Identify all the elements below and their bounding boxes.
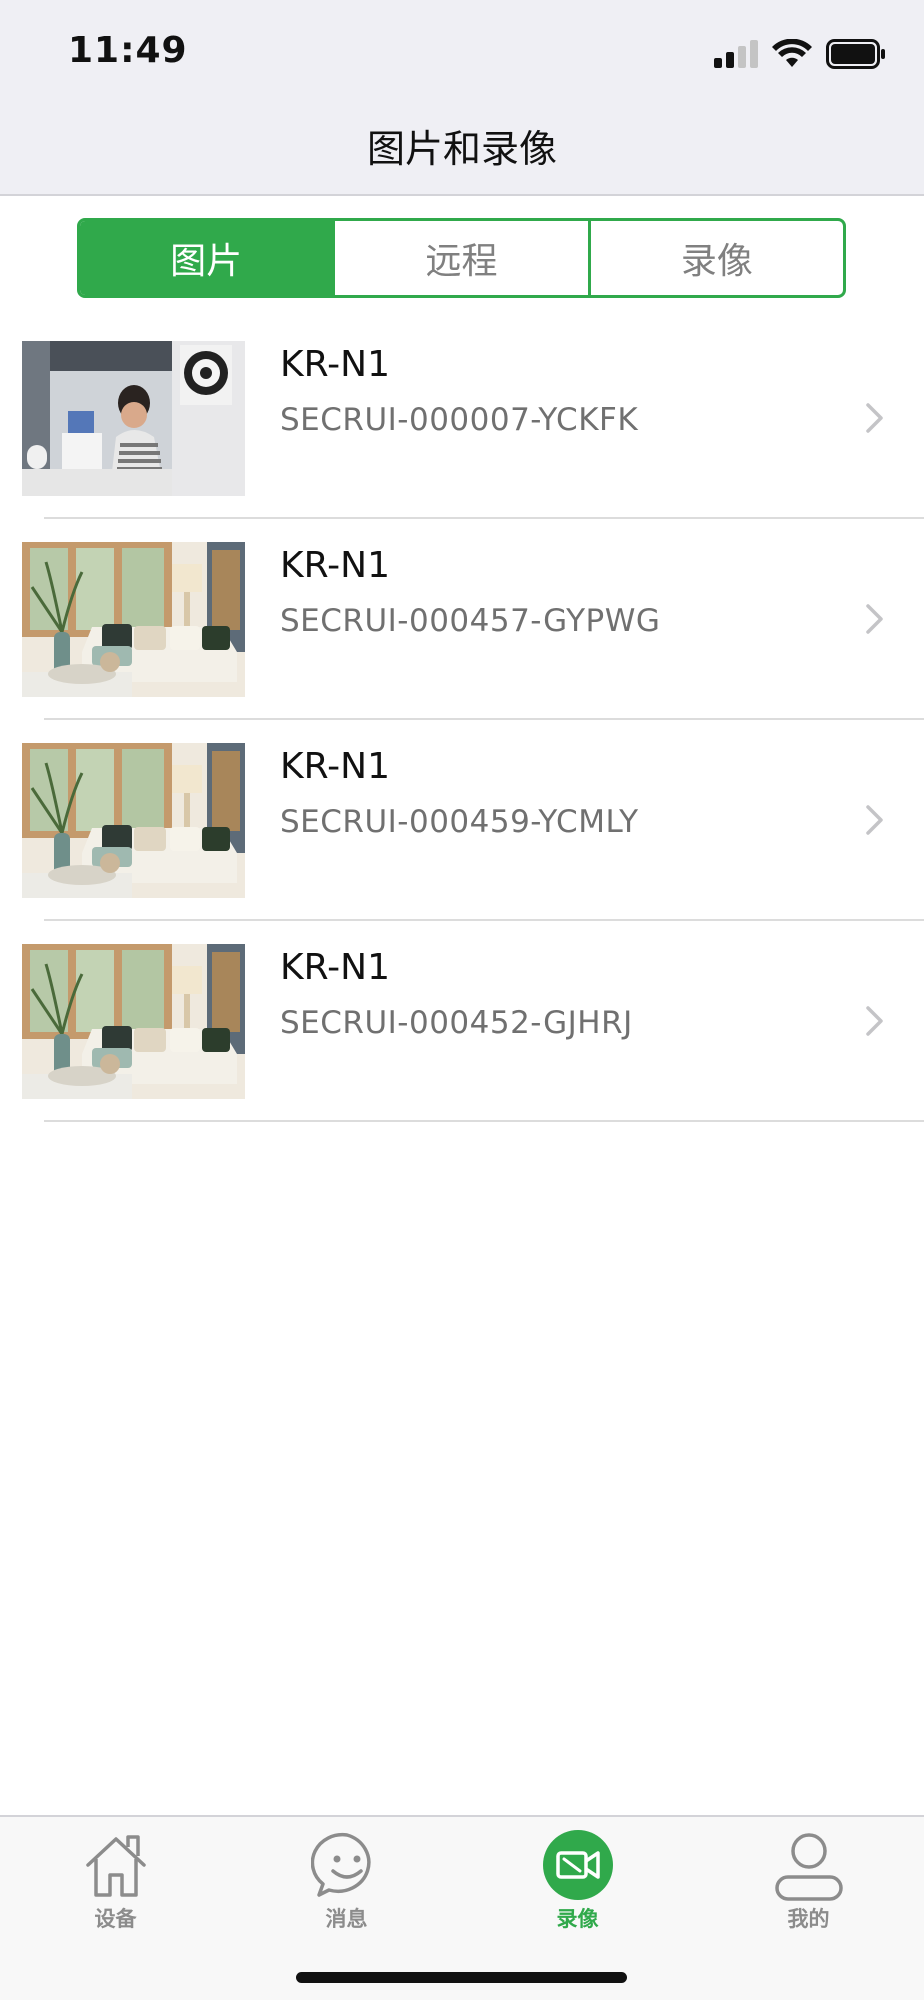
status-time: 11:49	[68, 30, 188, 71]
cellular-signal-icon	[714, 40, 758, 68]
device-name: KR-N1	[280, 947, 390, 988]
device-list: KR-N1 SECRUI-000007-YCKFK KR-N1 SECRUI-0…	[0, 318, 924, 1122]
tab-label: 录像	[556, 1907, 599, 1931]
battery-icon	[826, 39, 885, 69]
device-name: KR-N1	[280, 746, 390, 787]
list-item[interactable]: KR-N1 SECRUI-000457-GYPWG	[0, 519, 924, 720]
tab-messages[interactable]: 消息	[231, 1817, 462, 1937]
user-icon	[774, 1833, 843, 1901]
page-title: 图片和录像	[366, 127, 557, 171]
list-item[interactable]: KR-N1 SECRUI-000007-YCKFK	[0, 318, 924, 519]
device-name: KR-N1	[280, 344, 390, 385]
tab-label: 消息	[325, 1907, 368, 1931]
home-icon	[85, 1835, 146, 1897]
chevron-right-icon	[866, 604, 883, 634]
segmented-control: 图片 远程 录像	[77, 218, 846, 298]
office-photo-thumbnail	[22, 341, 245, 496]
row-divider	[44, 1120, 924, 1122]
smiley-chat-icon	[310, 1832, 370, 1897]
tab-label: 我的	[787, 1907, 830, 1931]
device-name: KR-N1	[280, 545, 390, 586]
list-item[interactable]: KR-N1 SECRUI-000459-YCMLY	[0, 720, 924, 921]
tab-recordings[interactable]: 录像	[462, 1817, 693, 1937]
home-indicator[interactable]	[296, 1972, 627, 1983]
device-id: SECRUI-000452-GJHRJ	[280, 1005, 633, 1041]
living-room-photo-thumbnail	[22, 743, 245, 898]
status-indicators	[714, 36, 886, 72]
chevron-right-icon	[866, 805, 883, 835]
chevron-right-icon	[866, 403, 883, 433]
segment-photos[interactable]: 图片	[80, 221, 336, 295]
wifi-icon	[772, 39, 812, 67]
device-id: SECRUI-000007-YCKFK	[280, 402, 639, 438]
tab-profile[interactable]: 我的	[693, 1817, 924, 1937]
list-item[interactable]: KR-N1 SECRUI-000452-GJHRJ	[0, 921, 924, 1122]
video-camera-icon	[542, 1830, 613, 1900]
living-room-photo-thumbnail	[22, 542, 245, 697]
segment-recordings[interactable]: 录像	[591, 221, 843, 295]
segment-remote[interactable]: 远程	[335, 221, 591, 295]
tab-devices[interactable]: 设备	[0, 1817, 231, 1937]
screen: 11:49 图片和录像 图片 远程 录像 KR-N1 SECRUI-000007…	[0, 0, 924, 2000]
tab-label: 设备	[94, 1907, 137, 1931]
chevron-right-icon	[866, 1006, 883, 1036]
device-id: SECRUI-000457-GYPWG	[280, 603, 661, 639]
navigation-bar: 11:49 图片和录像	[0, 0, 924, 196]
device-id: SECRUI-000459-YCMLY	[280, 804, 639, 840]
living-room-photo-thumbnail	[22, 944, 245, 1099]
